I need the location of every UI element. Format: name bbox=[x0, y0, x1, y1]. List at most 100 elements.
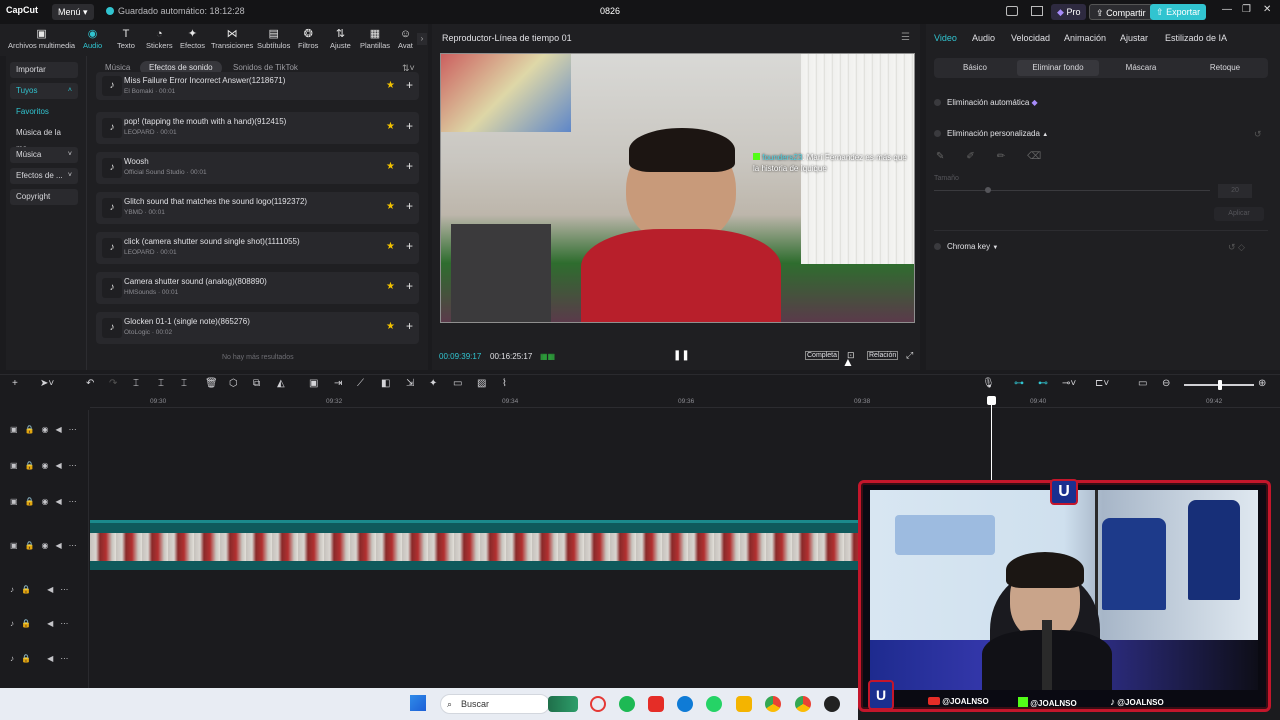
nav-favorites[interactable]: Favoritos bbox=[10, 104, 78, 120]
eraser-icon[interactable]: ⌫ bbox=[1027, 151, 1063, 162]
nav-sound-effects[interactable]: Efectos de ... ˅ bbox=[10, 168, 78, 184]
size-value[interactable]: 20 bbox=[1218, 184, 1252, 198]
add-icon[interactable]: + bbox=[406, 199, 413, 213]
shortcuts-icon[interactable] bbox=[1031, 6, 1043, 16]
image-icon[interactable]: ▨ bbox=[477, 378, 486, 389]
crop-icon[interactable]: ⧉ bbox=[253, 378, 260, 389]
reverse-icon[interactable]: ⇥ bbox=[334, 378, 342, 389]
subtab-retouch[interactable]: Retoque bbox=[1190, 60, 1260, 76]
split-icon[interactable]: ⌶ bbox=[133, 378, 139, 389]
sound-item[interactable]: ♪ Woosh Official Sound Studio · 00:01 ★ … bbox=[96, 152, 419, 184]
star-icon[interactable]: ★ bbox=[386, 281, 395, 292]
spotify-icon[interactable] bbox=[619, 696, 635, 712]
subtitle-box-icon[interactable]: ▭ bbox=[453, 378, 462, 389]
chrome-icon[interactable] bbox=[765, 696, 781, 712]
sound-item[interactable]: ♪ pop! (tapping the mouth with a hand)(9… bbox=[96, 112, 419, 144]
taskbar-search[interactable]: ⌕ Buscar bbox=[440, 694, 550, 714]
add-icon[interactable]: + bbox=[406, 279, 413, 293]
freeze-icon[interactable]: ▣ bbox=[309, 378, 318, 389]
microphone-icon[interactable]: 🎙 bbox=[982, 378, 995, 389]
track-controls[interactable]: ♪🔒 ◀⋯ bbox=[10, 654, 75, 663]
audio-wave-icon[interactable]: ⌇ bbox=[502, 378, 507, 389]
minimize-icon[interactable]: — bbox=[1222, 4, 1232, 15]
star-icon[interactable]: ★ bbox=[386, 201, 395, 212]
widget-icon[interactable] bbox=[548, 696, 578, 712]
zoom-in-icon[interactable]: ⊕ bbox=[1258, 378, 1266, 389]
opera-icon[interactable] bbox=[590, 696, 606, 712]
tab-subtitles[interactable]: ▤ Subtítulos bbox=[257, 28, 290, 50]
split-left-icon[interactable]: ⌶ bbox=[158, 378, 164, 389]
add-icon[interactable]: + bbox=[406, 119, 413, 133]
star-icon[interactable]: ★ bbox=[386, 241, 395, 252]
timecode-grid-icon[interactable]: ▦▦ bbox=[540, 352, 555, 361]
obs-icon[interactable] bbox=[824, 696, 840, 712]
delete-icon[interactable]: 🗑 bbox=[205, 378, 218, 389]
nav-music-of[interactable]: Música de la ma... bbox=[10, 125, 78, 153]
tab-transitions[interactable]: ⋈ Transiciones bbox=[211, 28, 253, 50]
youtube-app-icon[interactable] bbox=[648, 696, 664, 712]
magnet-icon[interactable]: ⊶ bbox=[1014, 378, 1024, 389]
menu-button[interactable]: Menú ▾ bbox=[52, 4, 94, 20]
pro-button[interactable]: ◆ Pro bbox=[1051, 4, 1087, 20]
tab-ai-style[interactable]: Estilizado de IA bbox=[1165, 33, 1227, 43]
add-icon[interactable]: + bbox=[406, 159, 413, 173]
subtab-remove-bg[interactable]: Eliminar fondo bbox=[1017, 60, 1099, 76]
video-preview[interactable]: founders23: Marí Fernandez es más que la… bbox=[440, 53, 915, 323]
close-icon[interactable]: ✕ bbox=[1263, 4, 1271, 15]
size-slider[interactable] bbox=[934, 190, 1210, 191]
tab-stickers[interactable]: ◔ Stickers bbox=[146, 28, 173, 50]
tab-text[interactable]: T Texto bbox=[117, 28, 135, 50]
tab-audio[interactable]: ◉ Audio bbox=[83, 28, 102, 50]
add-icon[interactable]: + bbox=[406, 239, 413, 253]
windows-start-icon[interactable] bbox=[410, 695, 426, 711]
caption-icon[interactable]: ▭ bbox=[1138, 378, 1147, 389]
tab-fit[interactable]: Ajustar bbox=[1120, 33, 1148, 43]
tab-effects[interactable]: ✦ Efectos bbox=[180, 28, 205, 50]
link-icon[interactable]: ⊷ bbox=[1038, 378, 1048, 389]
tab-templates[interactable]: ▦ Plantillas bbox=[360, 28, 390, 50]
magic-icon[interactable]: ✦ bbox=[429, 378, 437, 389]
sound-item[interactable]: ♪ Glocken 01-1 (single note)(865276) Oto… bbox=[96, 312, 419, 344]
track-controls[interactable]: ▣🔒◉◀⋯ bbox=[10, 425, 84, 434]
tab-avatar[interactable]: ☺ Avat bbox=[398, 28, 413, 50]
nav-import[interactable]: Importar bbox=[10, 62, 78, 78]
fit-icon[interactable]: ⇲ bbox=[406, 378, 414, 389]
track-controls[interactable]: ▣🔒◉◀⋯ bbox=[10, 461, 84, 470]
ratio-button[interactable]: Relación bbox=[867, 351, 899, 360]
sound-item[interactable]: ♪ Glitch sound that matches the sound lo… bbox=[96, 192, 419, 224]
smart-eraser-icon[interactable]: ✐ bbox=[966, 151, 996, 162]
maximize-icon[interactable]: ❐ bbox=[1242, 4, 1251, 15]
checkbox-icon[interactable] bbox=[934, 99, 941, 106]
sound-item[interactable]: ♪ click (camera shutter sound single sho… bbox=[96, 232, 419, 264]
track-controls[interactable]: ♪🔒 ◀⋯ bbox=[10, 585, 75, 594]
brush-icon[interactable]: ✏ bbox=[997, 151, 1027, 162]
apply-button[interactable]: Aplicar bbox=[1214, 207, 1264, 221]
undo-icon[interactable]: ↶ bbox=[86, 378, 94, 389]
nav-yours[interactable]: Tuyos ˄ bbox=[10, 83, 78, 99]
track-controls[interactable]: ♪🔒 ◀⋯ bbox=[10, 619, 75, 628]
share-button[interactable]: ⇪ Compartir bbox=[1089, 4, 1153, 20]
marker-icon[interactable]: ⬡ bbox=[229, 378, 238, 389]
add-icon[interactable]: + bbox=[406, 319, 413, 333]
playhead[interactable] bbox=[991, 400, 992, 482]
curve-icon[interactable]: ◭ bbox=[277, 378, 285, 389]
tab-animation[interactable]: Animación bbox=[1064, 33, 1106, 43]
chroma-key-option[interactable]: Chroma key ▼ bbox=[934, 242, 998, 251]
layout-icon[interactable] bbox=[1006, 6, 1018, 16]
select-tool-icon[interactable]: ➤˅ bbox=[40, 378, 54, 389]
redo-icon[interactable]: ↷ bbox=[109, 378, 117, 389]
add-track-icon[interactable]: + bbox=[12, 378, 18, 389]
star-icon[interactable]: ★ bbox=[386, 80, 395, 91]
sound-item[interactable]: ♪ Camera shutter sound (analog)(808890) … bbox=[96, 272, 419, 304]
keyframe-icon[interactable]: ↺ ◇ bbox=[1228, 242, 1245, 253]
rotate-icon[interactable]: ◧ bbox=[381, 378, 390, 389]
chevron-right-icon[interactable]: › bbox=[417, 33, 427, 45]
playhead-handle[interactable] bbox=[987, 396, 996, 405]
subtab-mask[interactable]: Máscara bbox=[1106, 60, 1176, 76]
pause-icon[interactable]: ❚❚ bbox=[673, 350, 690, 361]
custom-remove-option[interactable]: Eliminación personalizada ▲ bbox=[934, 129, 1048, 138]
checkbox-icon[interactable] bbox=[934, 130, 941, 137]
tab-media[interactable]: ▣ Archivos multimedia bbox=[8, 28, 75, 50]
add-icon[interactable]: + bbox=[406, 78, 413, 92]
nav-copyright[interactable]: Copyright bbox=[10, 189, 78, 205]
